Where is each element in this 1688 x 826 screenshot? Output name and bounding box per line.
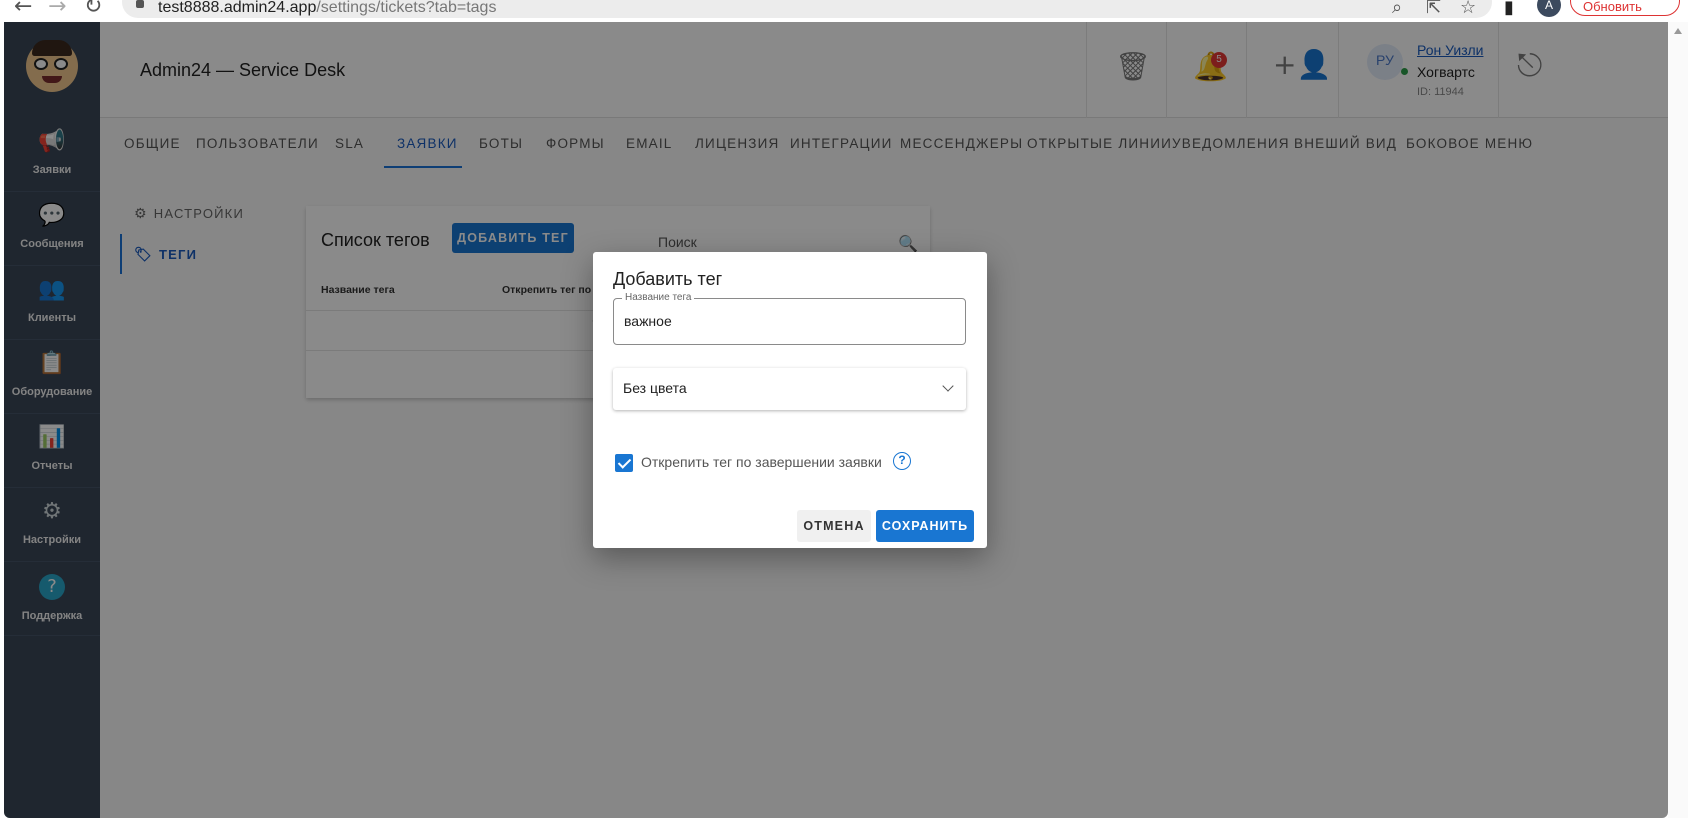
chevron-down-icon [942,380,954,392]
address-bar[interactable]: test8888.admin24.app/settings/tickets?ta… [122,0,1492,18]
add-tag-dialog: Добавить тег Название тега важное Без цв… [593,252,987,548]
star-icon[interactable]: ☆ [1460,0,1476,18]
page-scrollbar[interactable] [1668,22,1688,818]
help-icon[interactable]: ? [893,452,911,470]
dialog-title: Добавить тег [613,269,723,289]
back-icon[interactable]: ← [14,0,32,19]
tag-name-value[interactable]: важное [624,313,672,329]
forward-icon[interactable]: → [48,0,66,19]
detach-checkbox[interactable] [615,454,633,472]
app-window: 📢 Заявки 💬 Сообщения 👥 Клиенты 📋 Оборудо… [4,22,1668,818]
share-icon[interactable]: ⇱ [1426,0,1441,18]
reload-icon[interactable]: ↻ [84,0,102,19]
browser-chrome: ← → ↻ test8888.admin24.app/settings/tick… [0,0,1688,22]
url-text: test8888.admin24.app/settings/tickets?ta… [158,0,497,16]
tag-name-field[interactable]: Название тега важное [613,292,966,345]
sidepanel-icon[interactable]: ▮ [1504,0,1514,18]
profile-avatar[interactable]: A [1537,0,1561,17]
save-button[interactable]: СОХРАНИТЬ [876,510,974,542]
color-select-value: Без цвета [623,380,687,396]
tag-name-label: Название тега [622,292,695,303]
color-select[interactable]: Без цвета [613,368,966,410]
lock-icon [136,0,144,8]
scroll-up-icon[interactable] [1674,28,1682,34]
detach-checkbox-label[interactable]: Открепить тег по завершении заявки [641,454,882,470]
update-button[interactable]: Обновить [1570,0,1680,16]
zoom-icon[interactable]: ⌕ [1392,0,1402,18]
cancel-button[interactable]: ОТМЕНА [797,510,871,542]
